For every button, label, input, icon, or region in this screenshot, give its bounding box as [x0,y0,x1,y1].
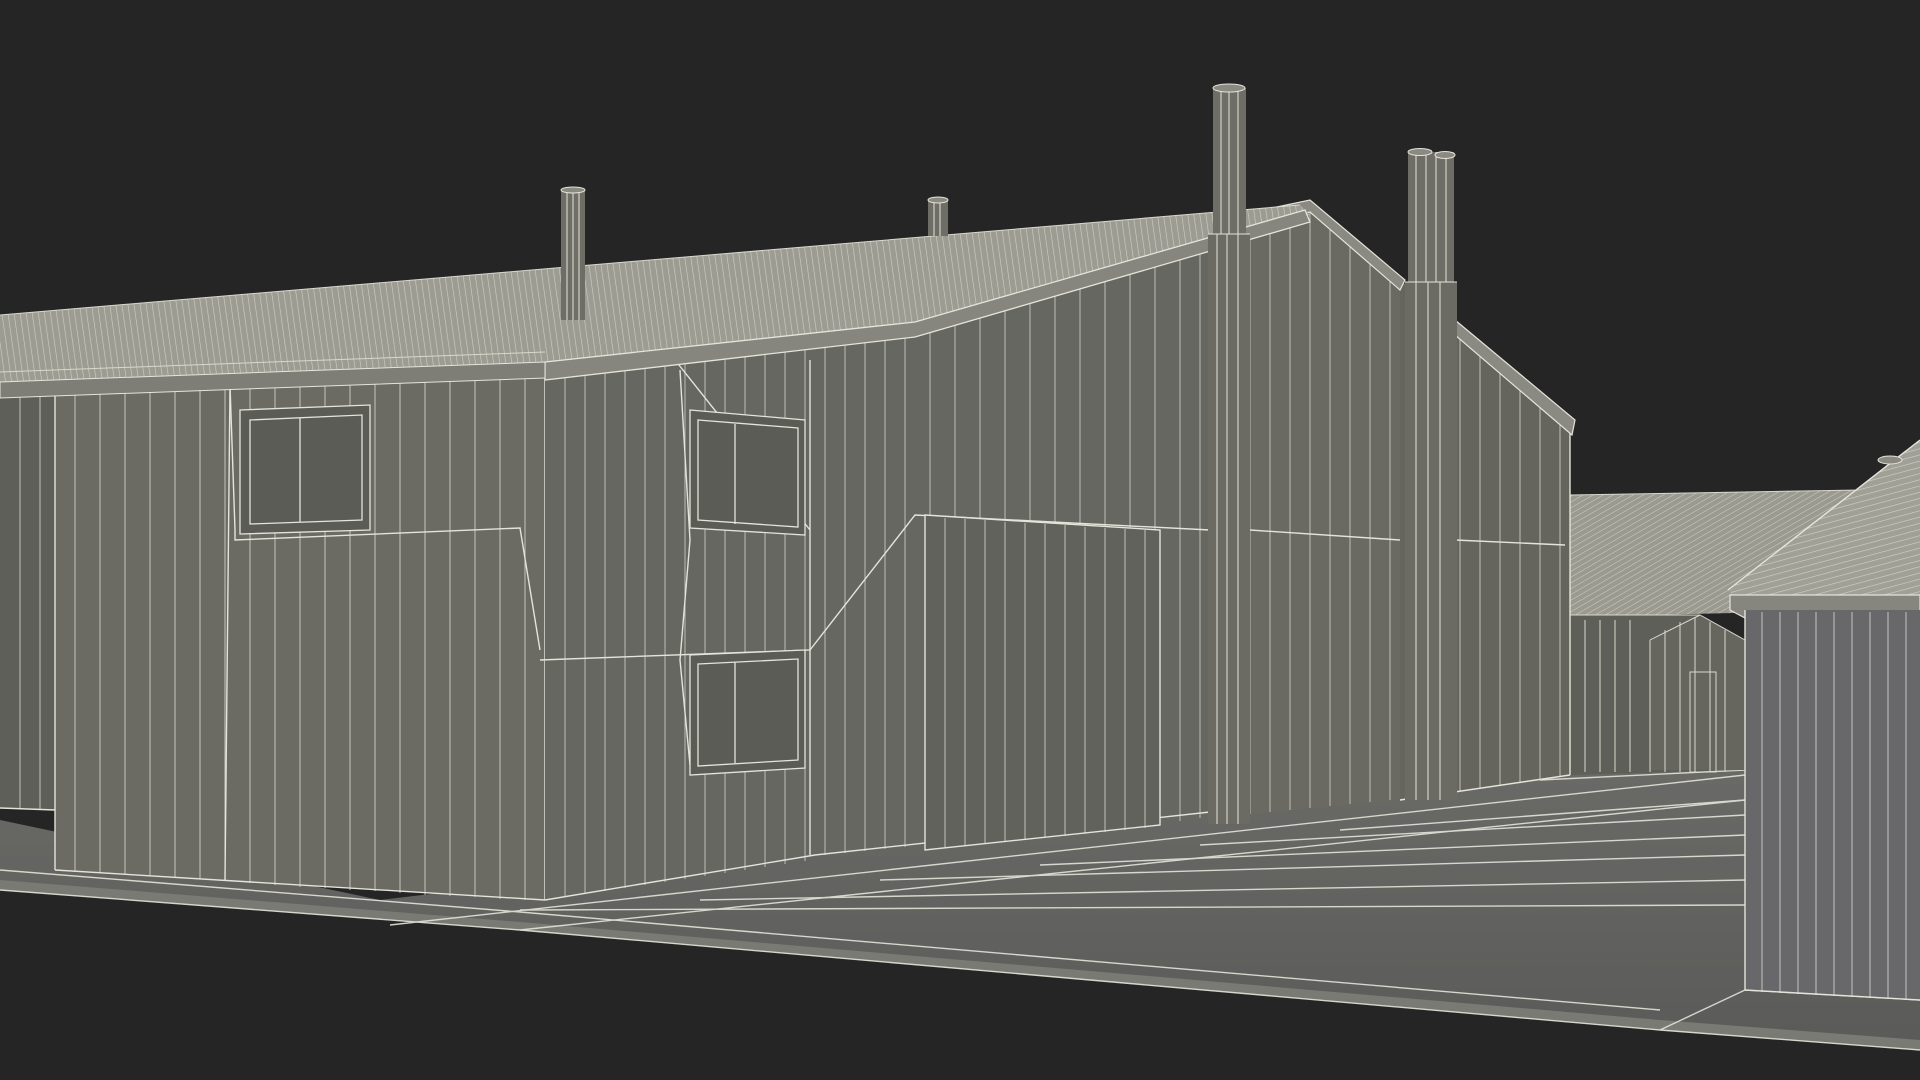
window-middle-upper [689,409,806,536]
warehouse-wireframe-render [0,83,1920,1051]
large-door [924,514,1161,851]
vent-pipe-left [560,186,586,320]
vent-pipe-middle [927,196,949,236]
warehouse-right-section [1209,199,1576,818]
chimney-tall-right [1405,148,1457,800]
window-left [239,404,371,535]
chimney-tall-left [1208,83,1250,824]
render-viewport [0,0,1920,1080]
window-middle-lower [689,649,806,776]
